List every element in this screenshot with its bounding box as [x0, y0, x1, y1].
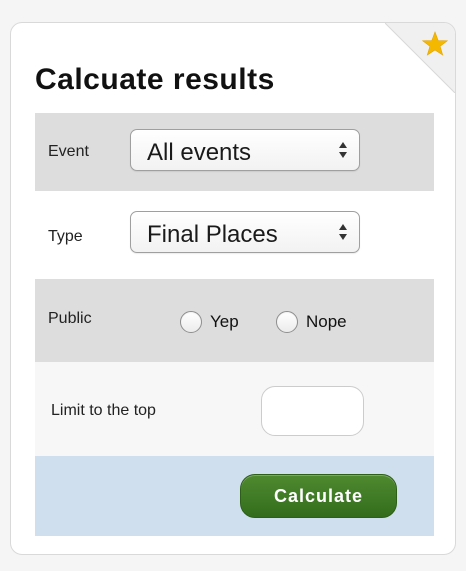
limit-label: Limit to the top	[51, 402, 156, 419]
type-select[interactable]: Final Places	[130, 211, 360, 253]
public-no-option[interactable]: Nope	[276, 311, 347, 333]
event-row: Event All events	[35, 113, 434, 191]
public-no-label[interactable]: Nope	[306, 312, 347, 332]
type-row: Type Final Places	[35, 191, 434, 279]
type-select-value: Final Places	[147, 221, 278, 248]
favorite-corner[interactable]	[385, 23, 455, 93]
public-yes-option[interactable]: Yep	[180, 311, 239, 333]
calculate-results-panel: Calcuate results Event All events Type F…	[10, 22, 456, 555]
up-down-arrows-icon	[339, 142, 347, 158]
page-title: Calcuate results	[35, 63, 275, 96]
event-label: Event	[48, 143, 89, 160]
public-label: Public	[48, 310, 92, 327]
limit-row: Limit to the top	[35, 362, 434, 456]
submit-row: Calculate	[35, 456, 434, 536]
limit-top-input[interactable]	[261, 386, 364, 436]
type-label: Type	[48, 228, 83, 245]
event-select-value: All events	[147, 139, 252, 166]
public-yes-radio[interactable]	[180, 311, 202, 333]
public-no-radio[interactable]	[276, 311, 298, 333]
public-row: Public Yep Nope	[35, 279, 434, 362]
public-yes-label[interactable]: Yep	[210, 312, 239, 332]
calculate-button[interactable]: Calculate	[240, 474, 397, 518]
event-select[interactable]: All events	[130, 129, 360, 171]
up-down-arrows-icon	[339, 224, 347, 240]
